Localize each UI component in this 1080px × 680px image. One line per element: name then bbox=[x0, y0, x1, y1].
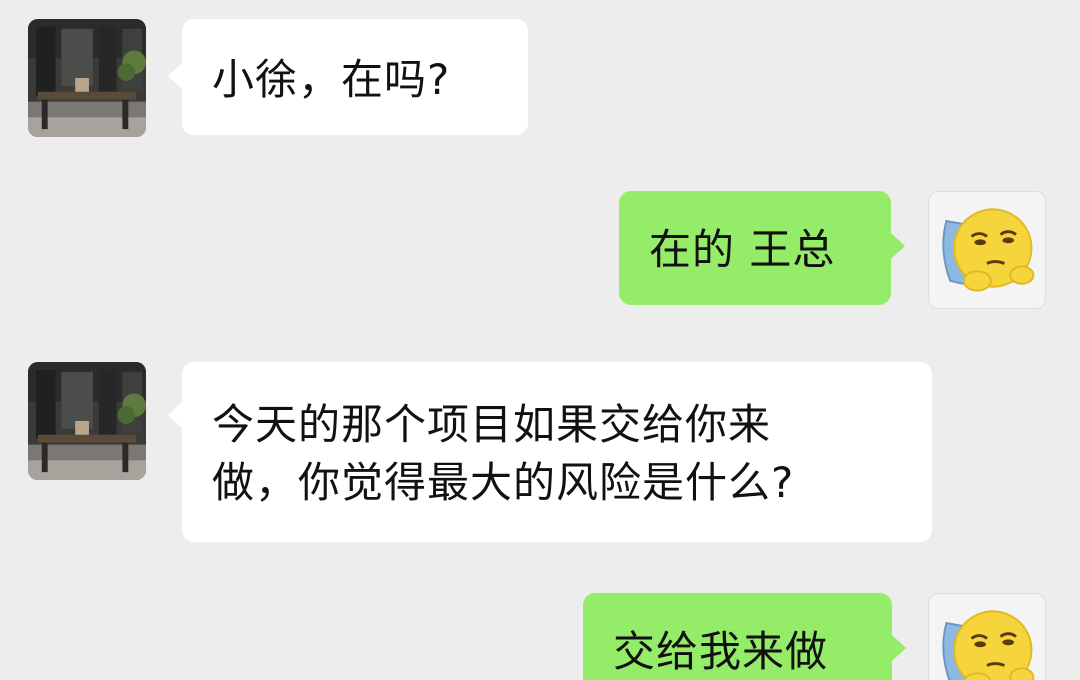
outgoing-message-bubble[interactable]: 在的 王总 bbox=[619, 191, 891, 305]
incoming-message-bubble[interactable]: 小徐，在吗? bbox=[182, 19, 528, 135]
contact-avatar[interactable] bbox=[28, 362, 146, 480]
incoming-message-bubble[interactable]: 今天的那个项目如果交给你来 做，你觉得最大的风险是什么? bbox=[182, 362, 932, 542]
my-avatar[interactable] bbox=[928, 191, 1046, 309]
sweating-emoji-avatar-icon bbox=[942, 610, 1035, 680]
contact-avatar[interactable] bbox=[28, 19, 146, 137]
office-photo-avatar-icon bbox=[28, 19, 146, 137]
outgoing-message-bubble[interactable]: 交给我来做 bbox=[583, 593, 892, 680]
bubble-tail bbox=[891, 233, 905, 259]
office-photo-avatar-icon bbox=[28, 362, 146, 480]
bubble-tail bbox=[168, 402, 182, 428]
bubble-tail bbox=[168, 63, 182, 89]
sweating-emoji-avatar-icon bbox=[942, 208, 1035, 292]
chat-message-list: 小徐，在吗? 在的 王总 今天的那个项目如果交给你来 做，你觉得最大的风险是什么… bbox=[0, 0, 1080, 680]
bubble-tail bbox=[892, 635, 906, 661]
my-avatar[interactable] bbox=[928, 593, 1046, 680]
